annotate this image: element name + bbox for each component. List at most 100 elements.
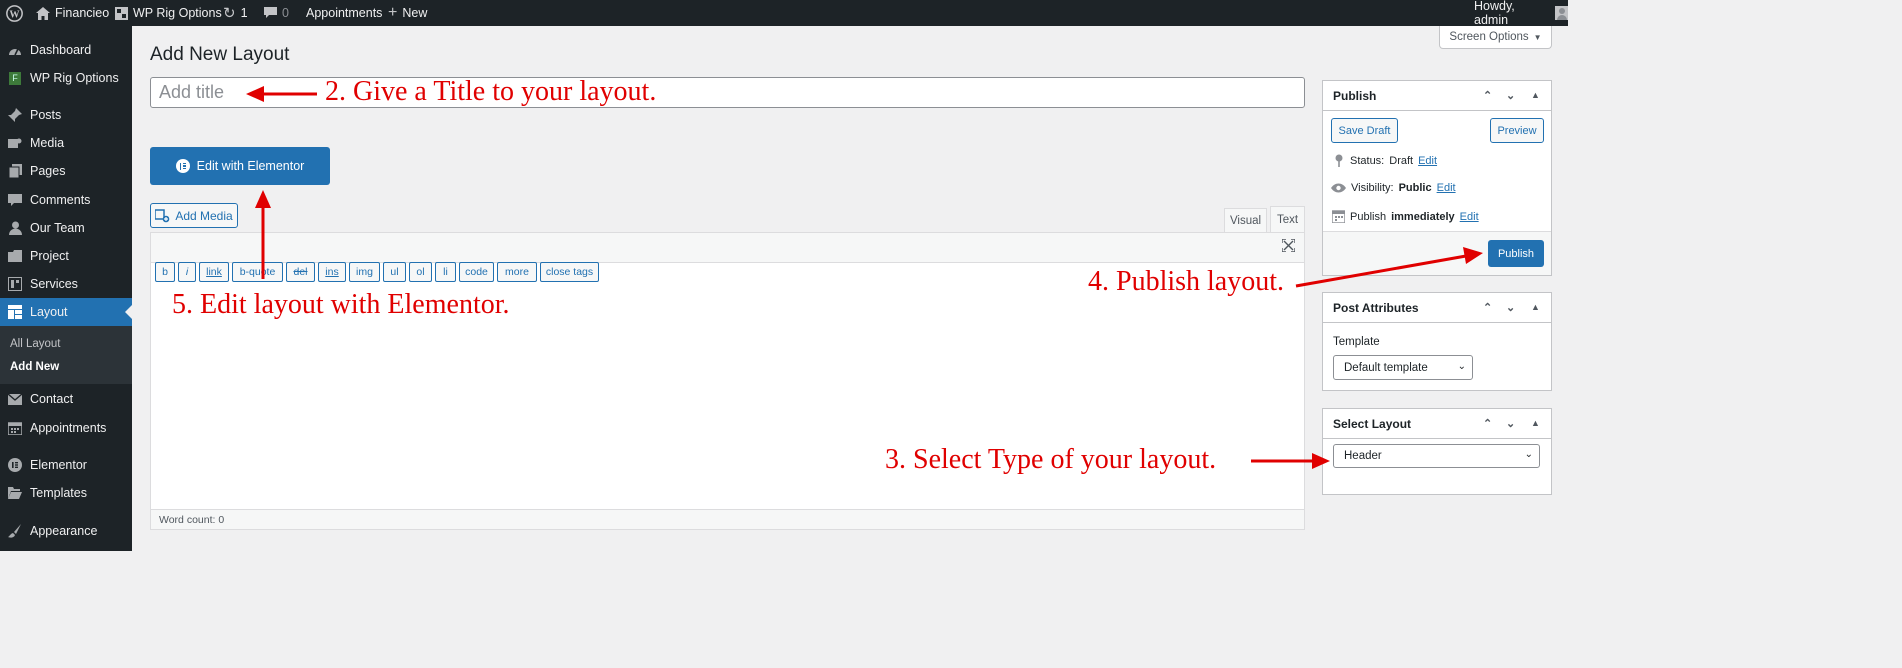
chevron-up-icon[interactable]: ⌃ bbox=[1483, 301, 1492, 314]
edit-schedule-link[interactable]: Edit bbox=[1460, 211, 1479, 223]
quicktag-label: more bbox=[505, 266, 529, 278]
quicktags-toolbar bbox=[151, 233, 1304, 263]
add-media-label: Add Media bbox=[175, 208, 233, 223]
svg-text:W: W bbox=[9, 9, 20, 20]
title-input[interactable]: Add title bbox=[150, 77, 1305, 108]
howdy-label: Howdy, admin bbox=[1474, 0, 1515, 27]
word-count: Word count: 0 bbox=[159, 513, 225, 526]
tab-visual-label: Visual bbox=[1229, 214, 1262, 227]
quicktag-b-quote[interactable]: b-quote bbox=[232, 262, 283, 282]
media-icon bbox=[8, 136, 22, 150]
select-layout-title: Select Layout bbox=[1333, 416, 1412, 431]
fullscreen-icon[interactable] bbox=[1282, 239, 1295, 252]
quicktag-code[interactable]: code bbox=[459, 262, 494, 282]
quicktag-italic[interactable]: i bbox=[178, 262, 196, 282]
add-media-button[interactable]: Add Media bbox=[150, 203, 238, 228]
sidebar-item-label: Posts bbox=[30, 108, 62, 122]
template-select[interactable]: Default template ⌄ bbox=[1333, 355, 1473, 380]
publish-box-header: Publish ⌃ ⌄ ▲ bbox=[1323, 81, 1551, 111]
submenu-add-new[interactable]: Add New bbox=[10, 361, 59, 373]
chevron-down-icon[interactable]: ⌄ bbox=[1506, 89, 1515, 102]
sidebar-item-label: WP Rig Options bbox=[30, 71, 119, 85]
quicktag-link[interactable]: link bbox=[199, 262, 229, 282]
sidebar-item-templates[interactable]: Templates bbox=[0, 479, 132, 507]
publish-button[interactable]: Publish bbox=[1488, 240, 1544, 267]
sidebar-item-project[interactable]: Project bbox=[0, 242, 132, 270]
edit-with-elementor-label: Edit with Elementor bbox=[196, 159, 305, 173]
visibility-row: Visibility: Public Edit bbox=[1331, 182, 1456, 194]
sidebar-item-appearance[interactable]: Appearance bbox=[0, 517, 132, 545]
quicktag-ul[interactable]: ul bbox=[383, 262, 406, 282]
screen-options-button[interactable]: Screen Options ▼ bbox=[1439, 26, 1552, 49]
chevron-down-icon: ⌄ bbox=[1524, 449, 1533, 460]
home-icon bbox=[36, 6, 50, 20]
status-row: Status: Draft Edit bbox=[1333, 154, 1437, 167]
comments-link[interactable]: 0 bbox=[264, 0, 289, 26]
quicktag-li[interactable]: li bbox=[435, 262, 456, 282]
sidebar-item-elementor[interactable]: Elementor bbox=[0, 451, 132, 479]
quicktag-bold[interactable]: b bbox=[155, 262, 175, 282]
updates-count: 1 bbox=[240, 6, 248, 20]
quicktag-ol[interactable]: ol bbox=[409, 262, 432, 282]
layout-type-select[interactable]: Header ⌄ bbox=[1333, 444, 1540, 468]
layout-type-value: Header bbox=[1344, 450, 1382, 462]
edit-status-link[interactable]: Edit bbox=[1418, 155, 1437, 167]
preview-button[interactable]: Preview bbox=[1490, 118, 1544, 143]
submenu-all-layout[interactable]: All Layout bbox=[10, 338, 61, 350]
annotation-publish: 4. Publish layout. bbox=[1088, 266, 1285, 297]
title-placeholder: Add title bbox=[159, 82, 225, 102]
sidebar-item-services[interactable]: Services bbox=[0, 270, 132, 298]
sidebar-item-posts[interactable]: Posts bbox=[0, 101, 132, 129]
quicktag-del[interactable]: del bbox=[286, 262, 315, 282]
tab-visual[interactable]: Visual bbox=[1224, 208, 1267, 232]
sidebar-item-contact[interactable]: Contact bbox=[0, 385, 132, 413]
sidebar-item-comments[interactable]: Comments bbox=[0, 186, 132, 214]
edit-visibility-link[interactable]: Edit bbox=[1437, 182, 1456, 194]
chevron-down-icon[interactable]: ⌄ bbox=[1506, 301, 1515, 314]
page-title: Add New Layout bbox=[150, 44, 290, 65]
quicktag-label: link bbox=[206, 266, 222, 278]
sidebar-item-appointments[interactable]: Appointments bbox=[0, 414, 132, 442]
new-content-link[interactable]: + New bbox=[388, 0, 427, 26]
sidebar-item-dashboard[interactable]: Dashboard bbox=[0, 36, 132, 64]
save-draft-label: Save Draft bbox=[1338, 124, 1391, 137]
avatar bbox=[1554, 6, 1568, 20]
wordpress-logo-icon[interactable]: W bbox=[6, 0, 23, 26]
chevron-up-icon[interactable]: ⌃ bbox=[1483, 417, 1492, 430]
select-layout-header: Select Layout ⌃ ⌄ ▲ bbox=[1323, 409, 1551, 439]
folder-open-icon bbox=[8, 486, 22, 500]
publish-actions: Publish bbox=[1323, 231, 1551, 275]
quicktag-more[interactable]: more bbox=[497, 262, 537, 282]
screen-options-label: Screen Options bbox=[1449, 31, 1529, 43]
quicktag-label: b bbox=[162, 266, 168, 278]
tab-text[interactable]: Text bbox=[1270, 206, 1305, 232]
sidebar-item-our-team[interactable]: Our Team bbox=[0, 214, 132, 242]
updates-link[interactable]: ↻ 1 bbox=[223, 0, 248, 26]
account-link[interactable]: Howdy, admin bbox=[1474, 0, 1568, 27]
chevron-down-icon[interactable]: ⌄ bbox=[1506, 417, 1515, 430]
sidebar-item-label: Media bbox=[30, 136, 65, 150]
quicktag-label: close tags bbox=[545, 266, 594, 278]
chevron-up-icon[interactable]: ⌃ bbox=[1483, 89, 1492, 102]
toggle-panel-icon[interactable]: ▲ bbox=[1531, 302, 1540, 312]
rig-options-link[interactable]: WP Rig Options bbox=[115, 0, 222, 26]
sidebar-item-layout[interactable]: Layout bbox=[0, 298, 132, 326]
post-attributes-title: Post Attributes bbox=[1333, 300, 1419, 315]
toggle-panel-icon[interactable]: ▲ bbox=[1531, 90, 1540, 100]
services-icon bbox=[8, 277, 22, 291]
quicktag-img[interactable]: img bbox=[349, 262, 380, 282]
site-name-link[interactable]: Financieo bbox=[36, 0, 109, 26]
edit-with-elementor-button[interactable]: Edit with Elementor bbox=[150, 147, 330, 185]
save-draft-button[interactable]: Save Draft bbox=[1331, 118, 1398, 143]
quicktag-close-tags[interactable]: close tags bbox=[540, 262, 599, 282]
quicktag-ins[interactable]: ins bbox=[318, 262, 346, 282]
appointments-link[interactable]: Appointments bbox=[306, 0, 382, 26]
pin-icon bbox=[8, 108, 22, 122]
user-icon bbox=[8, 221, 22, 235]
sidebar-item-pages[interactable]: Pages bbox=[0, 157, 132, 185]
preview-label: Preview bbox=[1497, 124, 1537, 137]
toggle-panel-icon[interactable]: ▲ bbox=[1531, 418, 1540, 428]
sidebar-item-media[interactable]: Media bbox=[0, 129, 132, 157]
new-label: New bbox=[402, 6, 428, 20]
sidebar-item-wp-rig-options[interactable]: F WP Rig Options bbox=[0, 64, 132, 92]
